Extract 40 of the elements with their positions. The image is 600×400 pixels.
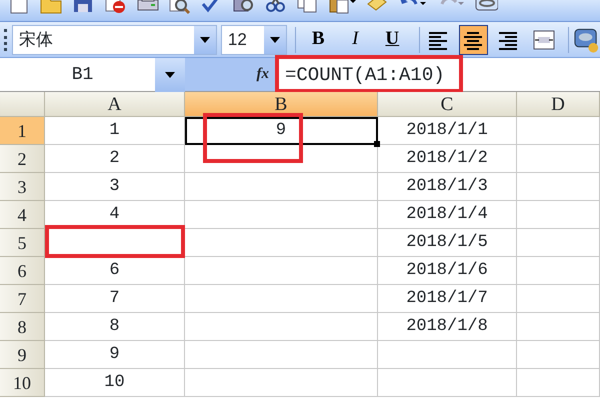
table-cell: 6 [45,257,185,285]
font-name-dropdown[interactable]: 宋体 [12,24,217,54]
row-header[interactable]: 8 [0,313,45,341]
active-cell[interactable]: 9 [185,117,378,145]
row-header[interactable]: 3 [0,173,45,201]
column-header[interactable]: C [378,92,517,117]
table-cell: 2018/1/4 [378,201,517,229]
table-cell: 7 [45,285,185,313]
row-header[interactable]: 4 [0,201,45,229]
table-cell: 2018/1/2 [378,145,517,173]
table-cell: 4 [45,201,185,229]
row-header[interactable]: 10 [0,369,45,397]
table-cell: 3 [45,173,185,201]
table-cell: 2018/1/7 [378,285,517,313]
column-header[interactable]: B [185,92,378,117]
table-cell: 2018/1/1 [378,117,517,145]
column-header[interactable]: D [517,92,600,117]
name-box[interactable]: B1 [0,58,155,91]
table-cell: 9 [45,341,185,369]
table-cell: 2 [45,145,185,173]
underline-button[interactable]: U [378,24,407,54]
column-header[interactable]: A [45,92,185,117]
row-header[interactable]: 9 [0,341,45,369]
row-header[interactable]: 6 [0,257,45,285]
row-header[interactable]: 7 [0,285,45,313]
formula-text[interactable]: =COUNT(A1:A10) [275,58,445,92]
table-cell: 2018/1/5 [378,229,517,257]
row-header[interactable]: 2 [0,145,45,173]
row-header[interactable]: 5 [0,229,45,257]
font-size-dropdown[interactable]: 12 [220,24,287,54]
table-cell: 2018/1/6 [378,257,517,285]
function-label[interactable]: fx [256,63,269,86]
table-cell: 1 [45,117,185,145]
row-header[interactable]: 1 [0,117,45,145]
table-cell: 2018/1/3 [378,173,517,201]
table-cell: 2018/1/8 [378,313,517,341]
table-cell: 10 [45,369,185,397]
italic-button[interactable]: I [340,24,370,54]
bold-button[interactable]: B [304,24,333,54]
table-cell: 8 [45,313,185,341]
